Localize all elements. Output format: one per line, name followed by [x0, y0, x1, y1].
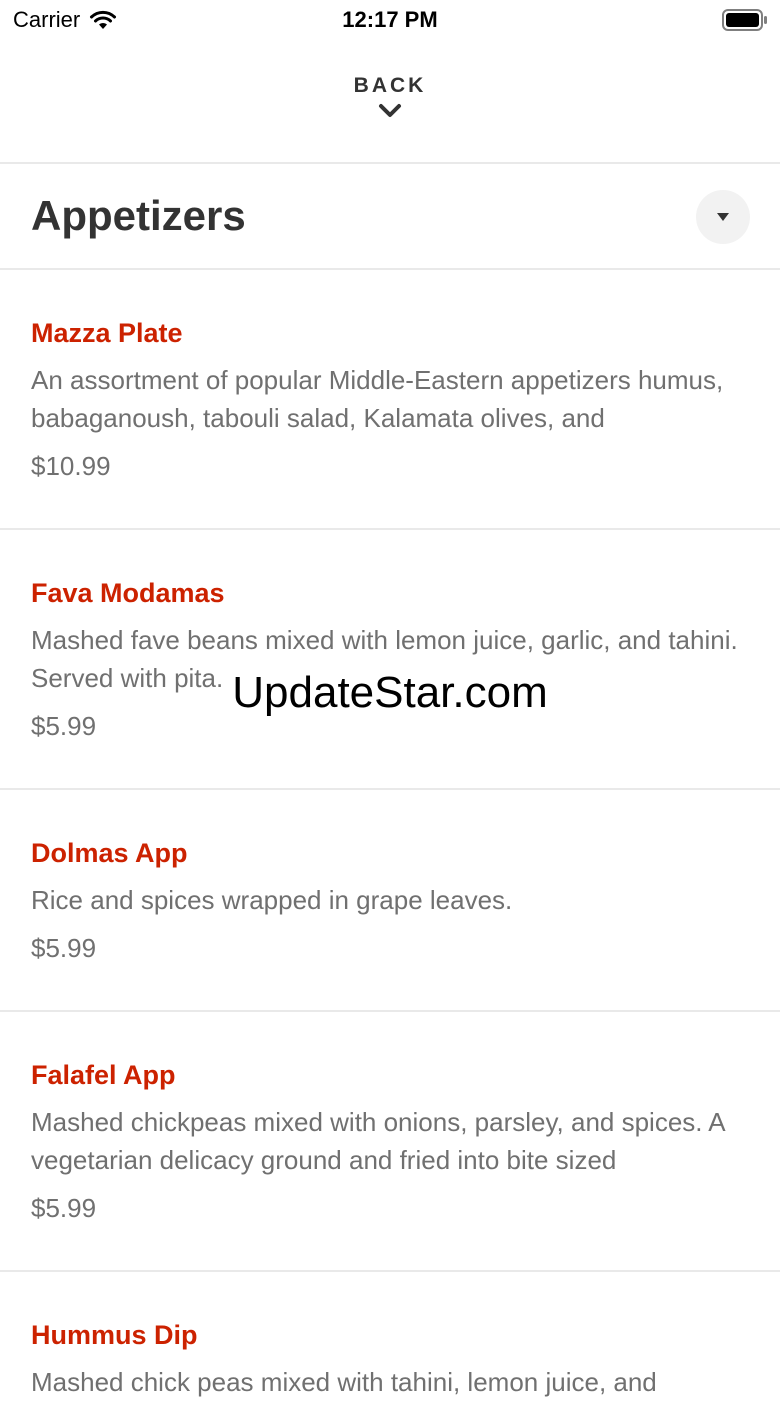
- item-name: Hummus Dip: [31, 1320, 198, 1350]
- menu-item[interactable]: Mazza Plate An assortment of popular Mid…: [0, 270, 780, 530]
- menu-item[interactable]: Dolmas App Rice and spices wrapped in gr…: [0, 790, 780, 1012]
- chevron-down-icon: [379, 104, 401, 117]
- back-label: BACK: [353, 74, 427, 97]
- menu-item[interactable]: Hummus Dip Mashed chick peas mixed with …: [0, 1272, 780, 1397]
- menu-item[interactable]: Fava Modamas Mashed fave beans mixed wit…: [0, 530, 780, 790]
- status-bar: Carrier 12:17 PM: [0, 0, 780, 40]
- item-description: Mashed chickpeas mixed with onions, pars…: [31, 1107, 725, 1175]
- item-name: Dolmas App: [31, 838, 188, 868]
- item-price: $10.99: [31, 451, 111, 481]
- back-button[interactable]: BACK: [0, 62, 780, 162]
- section-header: Appetizers: [0, 164, 780, 268]
- section-title: Appetizers: [31, 192, 246, 239]
- section-collapse-button[interactable]: [696, 190, 750, 244]
- item-description: An assortment of popular Middle-Eastern …: [31, 365, 724, 433]
- item-price: $5.99: [31, 711, 97, 741]
- battery-icon: [722, 9, 767, 31]
- item-description: Mashed fave beans mixed with lemon juice…: [31, 625, 738, 693]
- item-description: Mashed chick peas mixed with tahini, lem…: [31, 1367, 657, 1397]
- item-price: $5.99: [31, 1193, 97, 1223]
- menu-list: Mazza Plate An assortment of popular Mid…: [0, 270, 780, 1397]
- item-price: $5.99: [31, 933, 97, 963]
- menu-item[interactable]: Falafel App Mashed chickpeas mixed with …: [0, 1012, 780, 1272]
- item-name: Mazza Plate: [31, 318, 183, 348]
- caret-down-icon: [717, 213, 729, 221]
- item-description: Rice and spices wrapped in grape leaves.: [31, 885, 513, 915]
- status-time: 12:17 PM: [342, 7, 438, 32]
- item-name: Fava Modamas: [31, 578, 225, 608]
- item-name: Falafel App: [31, 1060, 176, 1090]
